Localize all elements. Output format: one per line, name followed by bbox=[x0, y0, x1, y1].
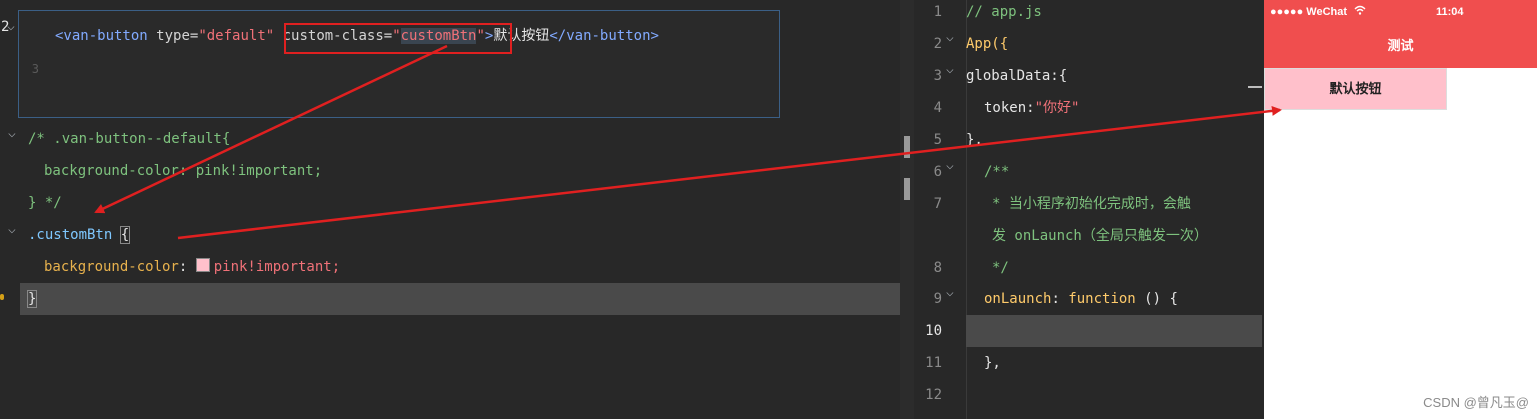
arrow-style-to-button bbox=[177, 105, 1282, 240]
annotation-arrows bbox=[94, 44, 1282, 240]
arrow-class-to-selector bbox=[94, 44, 448, 214]
